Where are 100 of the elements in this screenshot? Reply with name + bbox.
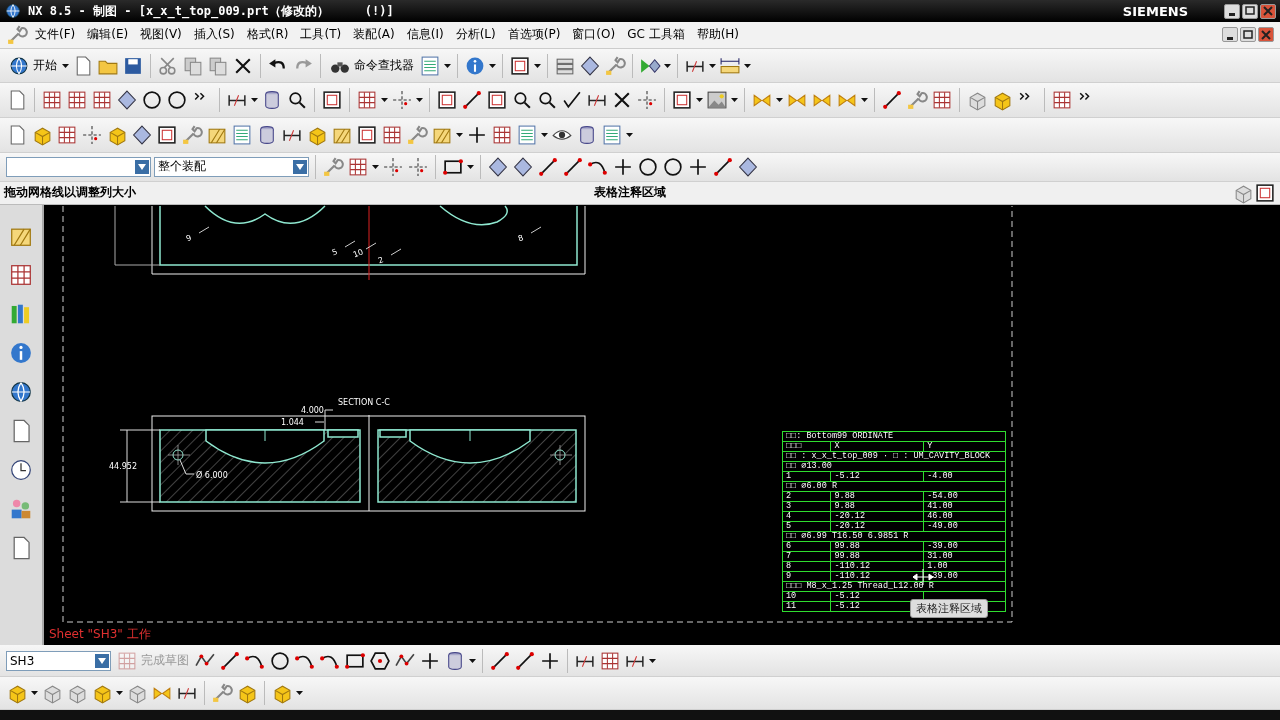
frame-icon[interactable] (486, 89, 508, 112)
line-icon[interactable] (562, 155, 584, 178)
grid-icon[interactable] (41, 89, 63, 112)
minimize-icon (1226, 36, 1234, 40)
diamond-icon[interactable] (737, 155, 759, 178)
maximize-button[interactable] (1242, 3, 1258, 19)
callout-leader (530, 226, 542, 234)
menu-item[interactable]: 装配(A) (348, 24, 400, 46)
table-cell: 31.00 (923, 551, 1006, 562)
table-group-header: □□ ∅6.99 T16.50 6.9851 R (782, 531, 1006, 542)
callout-label: 10 (351, 247, 365, 259)
status-text: 表格注释区域 (594, 184, 667, 202)
tooltip: 表格注释区域 (910, 598, 988, 618)
line-icon[interactable] (881, 89, 903, 112)
minimize-button[interactable] (1224, 3, 1240, 19)
line-icon[interactable] (219, 649, 241, 672)
table-cell: 3 (782, 501, 831, 512)
diamond-icon[interactable] (579, 54, 601, 77)
menu-item[interactable]: 窗口(O) (567, 24, 621, 46)
diamond-icon[interactable] (116, 89, 138, 112)
table-group-header: □□ ∅6.00 R (782, 481, 1006, 492)
menu-item[interactable]: 编辑(E) (82, 24, 134, 46)
table-cell: 2 (782, 491, 831, 502)
circle-icon[interactable] (637, 155, 659, 178)
grid-icon[interactable] (1051, 89, 1073, 112)
callout-label: 5 (330, 246, 339, 257)
dimension-label: Ø 6.000 (196, 470, 228, 480)
sheet-dropdown[interactable]: SH3 (6, 650, 111, 671)
table-cell: -20.12 (830, 511, 924, 522)
maximize-button[interactable] (1240, 27, 1256, 43)
minimize-icon (1228, 13, 1236, 16)
column-header: Y (923, 441, 1006, 452)
type-filter-dropdown[interactable] (6, 156, 151, 177)
table-cell: -110.12 (830, 561, 924, 572)
crosshair-icon[interactable] (407, 155, 429, 178)
frame-icon[interactable] (321, 89, 343, 112)
diamond-icon[interactable] (512, 155, 534, 178)
circle-icon[interactable] (141, 89, 163, 112)
callout-leader (198, 226, 210, 234)
menu-item[interactable]: 插入(S) (188, 24, 240, 46)
frame-icon[interactable] (356, 124, 378, 147)
command-finder-button[interactable]: 命令查找器 (327, 54, 416, 77)
frame-icon[interactable] (436, 89, 458, 112)
start-button[interactable]: 开始 (6, 54, 59, 77)
frame-icon[interactable] (1254, 181, 1276, 204)
hexagon-icon[interactable] (369, 649, 391, 672)
table-cell: 11 (782, 601, 831, 612)
circle-icon[interactable] (166, 89, 188, 112)
menu-item[interactable]: GC 工具箱 (622, 24, 690, 46)
minimize-button[interactable] (1222, 27, 1238, 43)
grid-icon (116, 649, 138, 672)
picture-icon[interactable] (706, 89, 728, 112)
menu-item[interactable]: 分析(L) (450, 24, 501, 46)
menu-item[interactable]: 首选项(P) (502, 24, 566, 46)
line-icon[interactable] (514, 649, 536, 672)
crosshair-icon[interactable] (81, 124, 103, 147)
dimension-label: 1.044 (281, 417, 304, 427)
table-cell: 1.00 (923, 561, 1006, 572)
circle-icon[interactable] (662, 155, 684, 178)
menu-item[interactable]: 文件(F) (30, 24, 81, 46)
table-cell: 6 (782, 541, 831, 552)
copy-icon[interactable] (182, 54, 204, 77)
line-icon[interactable] (489, 649, 511, 672)
close-button[interactable] (1258, 27, 1274, 43)
grid-icon[interactable] (56, 124, 78, 147)
scope-dropdown[interactable]: 整个装配 (154, 156, 309, 177)
grid-icon[interactable] (356, 89, 378, 112)
close-button[interactable] (1260, 3, 1276, 19)
menu-item[interactable]: 视图(V) (135, 24, 187, 46)
line-icon[interactable] (712, 155, 734, 178)
leader-line (179, 459, 195, 475)
menu-item[interactable]: 格式(R) (241, 24, 294, 46)
callout-label: 9 (184, 232, 193, 243)
frame-icon[interactable] (671, 89, 693, 112)
grid-icon[interactable] (931, 89, 953, 112)
grid-icon[interactable] (347, 155, 369, 178)
grid-icon[interactable] (599, 649, 621, 672)
maximize-icon (1242, 28, 1254, 41)
diamond-icon[interactable] (131, 124, 153, 147)
frame-icon[interactable] (156, 124, 178, 147)
brand-name: SIEMENS (1122, 3, 1188, 19)
line-icon[interactable] (461, 89, 483, 112)
table-cell: 4 (782, 511, 831, 522)
table-group-header: □□ ∅13.00 (782, 461, 1006, 472)
grid-icon[interactable] (66, 89, 88, 112)
line-icon[interactable] (537, 155, 559, 178)
table-icon[interactable] (231, 124, 253, 147)
grid-icon[interactable] (381, 124, 403, 147)
grid-icon[interactable] (491, 124, 513, 147)
menu-item[interactable]: 信息(I) (401, 24, 449, 46)
callout-label: 2 (376, 254, 385, 265)
diamond-icon[interactable] (487, 155, 509, 178)
frame-icon[interactable] (509, 54, 531, 77)
menu-item[interactable]: 帮助(H) (691, 24, 745, 46)
section-label: SECTION C-C (338, 397, 390, 407)
table-cell: 9.88 (830, 491, 924, 502)
dimension-label: 44.952 (109, 461, 137, 471)
menu-item[interactable]: 工具(T) (295, 24, 347, 46)
grid-icon[interactable] (91, 89, 113, 112)
circle-icon[interactable] (269, 649, 291, 672)
